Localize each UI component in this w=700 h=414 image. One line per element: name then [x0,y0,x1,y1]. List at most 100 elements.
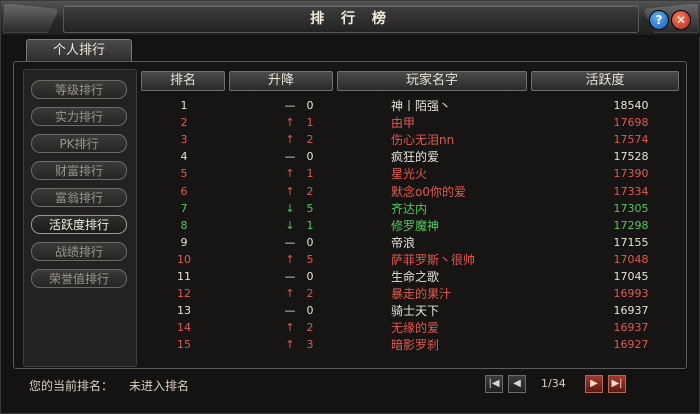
category-wealth[interactable]: 财富排行 [31,161,127,180]
change-cell: ↑ 2 [241,319,361,337]
activity-score-cell: 17698 [613,116,649,130]
player-name-cell: 由甲 [391,116,416,131]
rank-change-value: 5 [306,201,314,215]
header-activity[interactable]: 活跃度 [531,71,679,91]
first-page-icon: |◀ [488,378,500,389]
rank-change-value: 1 [306,116,314,130]
table-row[interactable]: 10 ↑ 5 萨菲罗斯丶很帅 17048 [141,251,681,269]
table-row[interactable]: 1—0 神丨陌强丶 18540 [141,97,681,115]
activity-score-cell: 17334 [613,184,649,198]
rank-change-value: 2 [306,133,314,147]
rank-change-arrow-icon: ↑ [285,167,295,181]
table-row[interactable]: 11—0 生命之歌 17045 [141,268,681,286]
first-page-button[interactable]: |◀ [485,375,503,393]
activity-score-cell: 17305 [613,201,649,215]
player-name-cell: 帝浪 [391,235,416,250]
title-bar: 排 行 榜 ? ✕ [1,1,700,36]
activity-score-cell: 17048 [613,252,649,266]
activity-score-cell: 16993 [613,287,649,301]
player-name-cell: 神丨陌强丶 [391,99,452,113]
tab-personal-ranking[interactable]: 个人排行 [26,39,132,62]
rank-change-value: 5 [306,252,314,266]
last-page-button[interactable]: ▶| [608,375,626,393]
rank-change-arrow-icon: — [284,99,296,112]
player-name-cell: 修罗魔神 [391,218,440,233]
help-button[interactable]: ? [649,10,669,30]
rank-change-arrow-icon: ↑ [285,133,295,147]
rank-change-arrow-icon: — [284,304,296,318]
change-cell: ↑ 2 [241,183,361,201]
rank-change-value: 2 [306,287,314,301]
title-ornament-left [3,3,59,33]
activity-score-cell: 17390 [613,167,649,181]
change-cell: ↑ 5 [241,251,361,269]
player-name-cell: 疯狂的爱 [391,150,440,165]
activity-score-cell: 17298 [613,218,649,232]
prev-page-icon: ◀ [513,378,521,389]
table-row[interactable]: 5 ↑ 1 星光火 17390 [141,165,681,183]
category-pk[interactable]: PK排行 [31,134,127,153]
activity-score-cell: 17574 [613,133,649,147]
category-honor[interactable]: 荣誉值排行 [31,269,127,288]
activity-score-cell: 16937 [613,321,649,335]
rank-change-arrow-icon: — [284,150,296,164]
table-row[interactable]: 13 — 0 骑士天下 16937 [141,302,681,320]
table-row[interactable]: 9—0 帝浪 17155 [141,234,681,252]
rank-change-arrow-icon: ↑ [285,184,295,198]
player-name-cell: 萨菲罗斯丶很帅 [391,252,476,267]
rank-cell: 3 [180,133,188,147]
category-level[interactable]: 等级排行 [31,80,127,99]
rank-cell: 9 [180,235,188,249]
header-change[interactable]: 升降 [229,71,333,91]
change-cell: ↑ 1 [241,114,361,132]
activity-score-cell: 16937 [613,304,649,318]
table-row[interactable]: 15 ↑ 3 暗影罗刹 16927 [141,336,681,354]
table-row[interactable]: 2 ↑ 1 由甲 17698 [141,114,681,132]
player-name-cell: 星光火 [391,167,428,182]
category-activity[interactable]: 活跃度排行 [31,215,127,234]
rank-change-value: 0 [306,304,314,318]
change-cell: ↑ 1 [241,165,361,183]
player-name-cell: 骑士天下 [391,304,440,319]
window-title: 排 行 榜 [63,5,639,33]
table-row[interactable]: 4—0 疯狂的爱 17528 [141,148,681,166]
header-player-name[interactable]: 玩家名字 [337,71,527,91]
activity-score-cell: 16927 [613,338,649,352]
rank-cell: 6 [180,184,188,198]
rank-change-arrow-icon: — [284,235,296,249]
change-cell: —0 [241,268,361,286]
rank-cell: 12 [177,287,191,301]
ranking-table: 排名 升降 玩家名字 活跃度 1—0 神丨陌强丶 18540 2 ↑ 1 由甲 17698 3 ↑… [141,69,681,365]
rank-cell: 8 [180,218,188,232]
table-row[interactable]: 7 ↓ 5 齐达内 17305 [141,200,681,218]
rank-cell: 14 [177,321,191,335]
rank-change-value: 3 [306,338,314,352]
ranking-window: 排 行 榜 ? ✕ 个人排行 等级排行 实力排行 PK排行 财富排行 富翁排行 … [0,0,700,414]
change-cell: —0 [241,148,361,166]
player-name-cell: 齐达内 [391,201,428,216]
rank-change-arrow-icon: ↑ [285,116,295,130]
rank-cell: 5 [180,167,188,181]
table-row[interactable]: 6 ↑ 2 默念o0你的爱 17334 [141,183,681,201]
table-row[interactable]: 12 ↑ 2 暴走的果汁 16993 [141,285,681,303]
rank-change-value: 0 [306,150,314,164]
last-page-icon: ▶| [611,378,623,389]
table-header: 排名 升降 玩家名字 活跃度 [141,71,681,91]
category-tycoon[interactable]: 富翁排行 [31,188,127,207]
rank-change-value: 0 [306,235,314,249]
close-button[interactable]: ✕ [671,10,691,30]
prev-page-button[interactable]: ◀ [508,375,526,393]
table-row[interactable]: 14 ↑ 2 无缘的爱 16937 [141,319,681,337]
rank-cell: 13 [177,304,191,318]
table-row[interactable]: 8 ↓ 1 修罗魔神 17298 [141,217,681,235]
category-battle-record[interactable]: 战绩排行 [31,242,127,261]
activity-score-cell: 17045 [613,270,649,283]
category-panel: 等级排行 实力排行 PK排行 财富排行 富翁排行 活跃度排行 战绩排行 荣誉值排… [23,69,137,367]
next-page-button[interactable]: ▶ [585,375,603,393]
change-cell: ↑ 2 [241,285,361,303]
table-row[interactable]: 3 ↑ 2 伤心无泪nn 17574 [141,131,681,149]
activity-score-cell: 17528 [613,150,649,164]
player-name-cell: 伤心无泪nn [391,133,455,148]
header-rank[interactable]: 排名 [141,71,225,91]
category-strength[interactable]: 实力排行 [31,107,127,126]
